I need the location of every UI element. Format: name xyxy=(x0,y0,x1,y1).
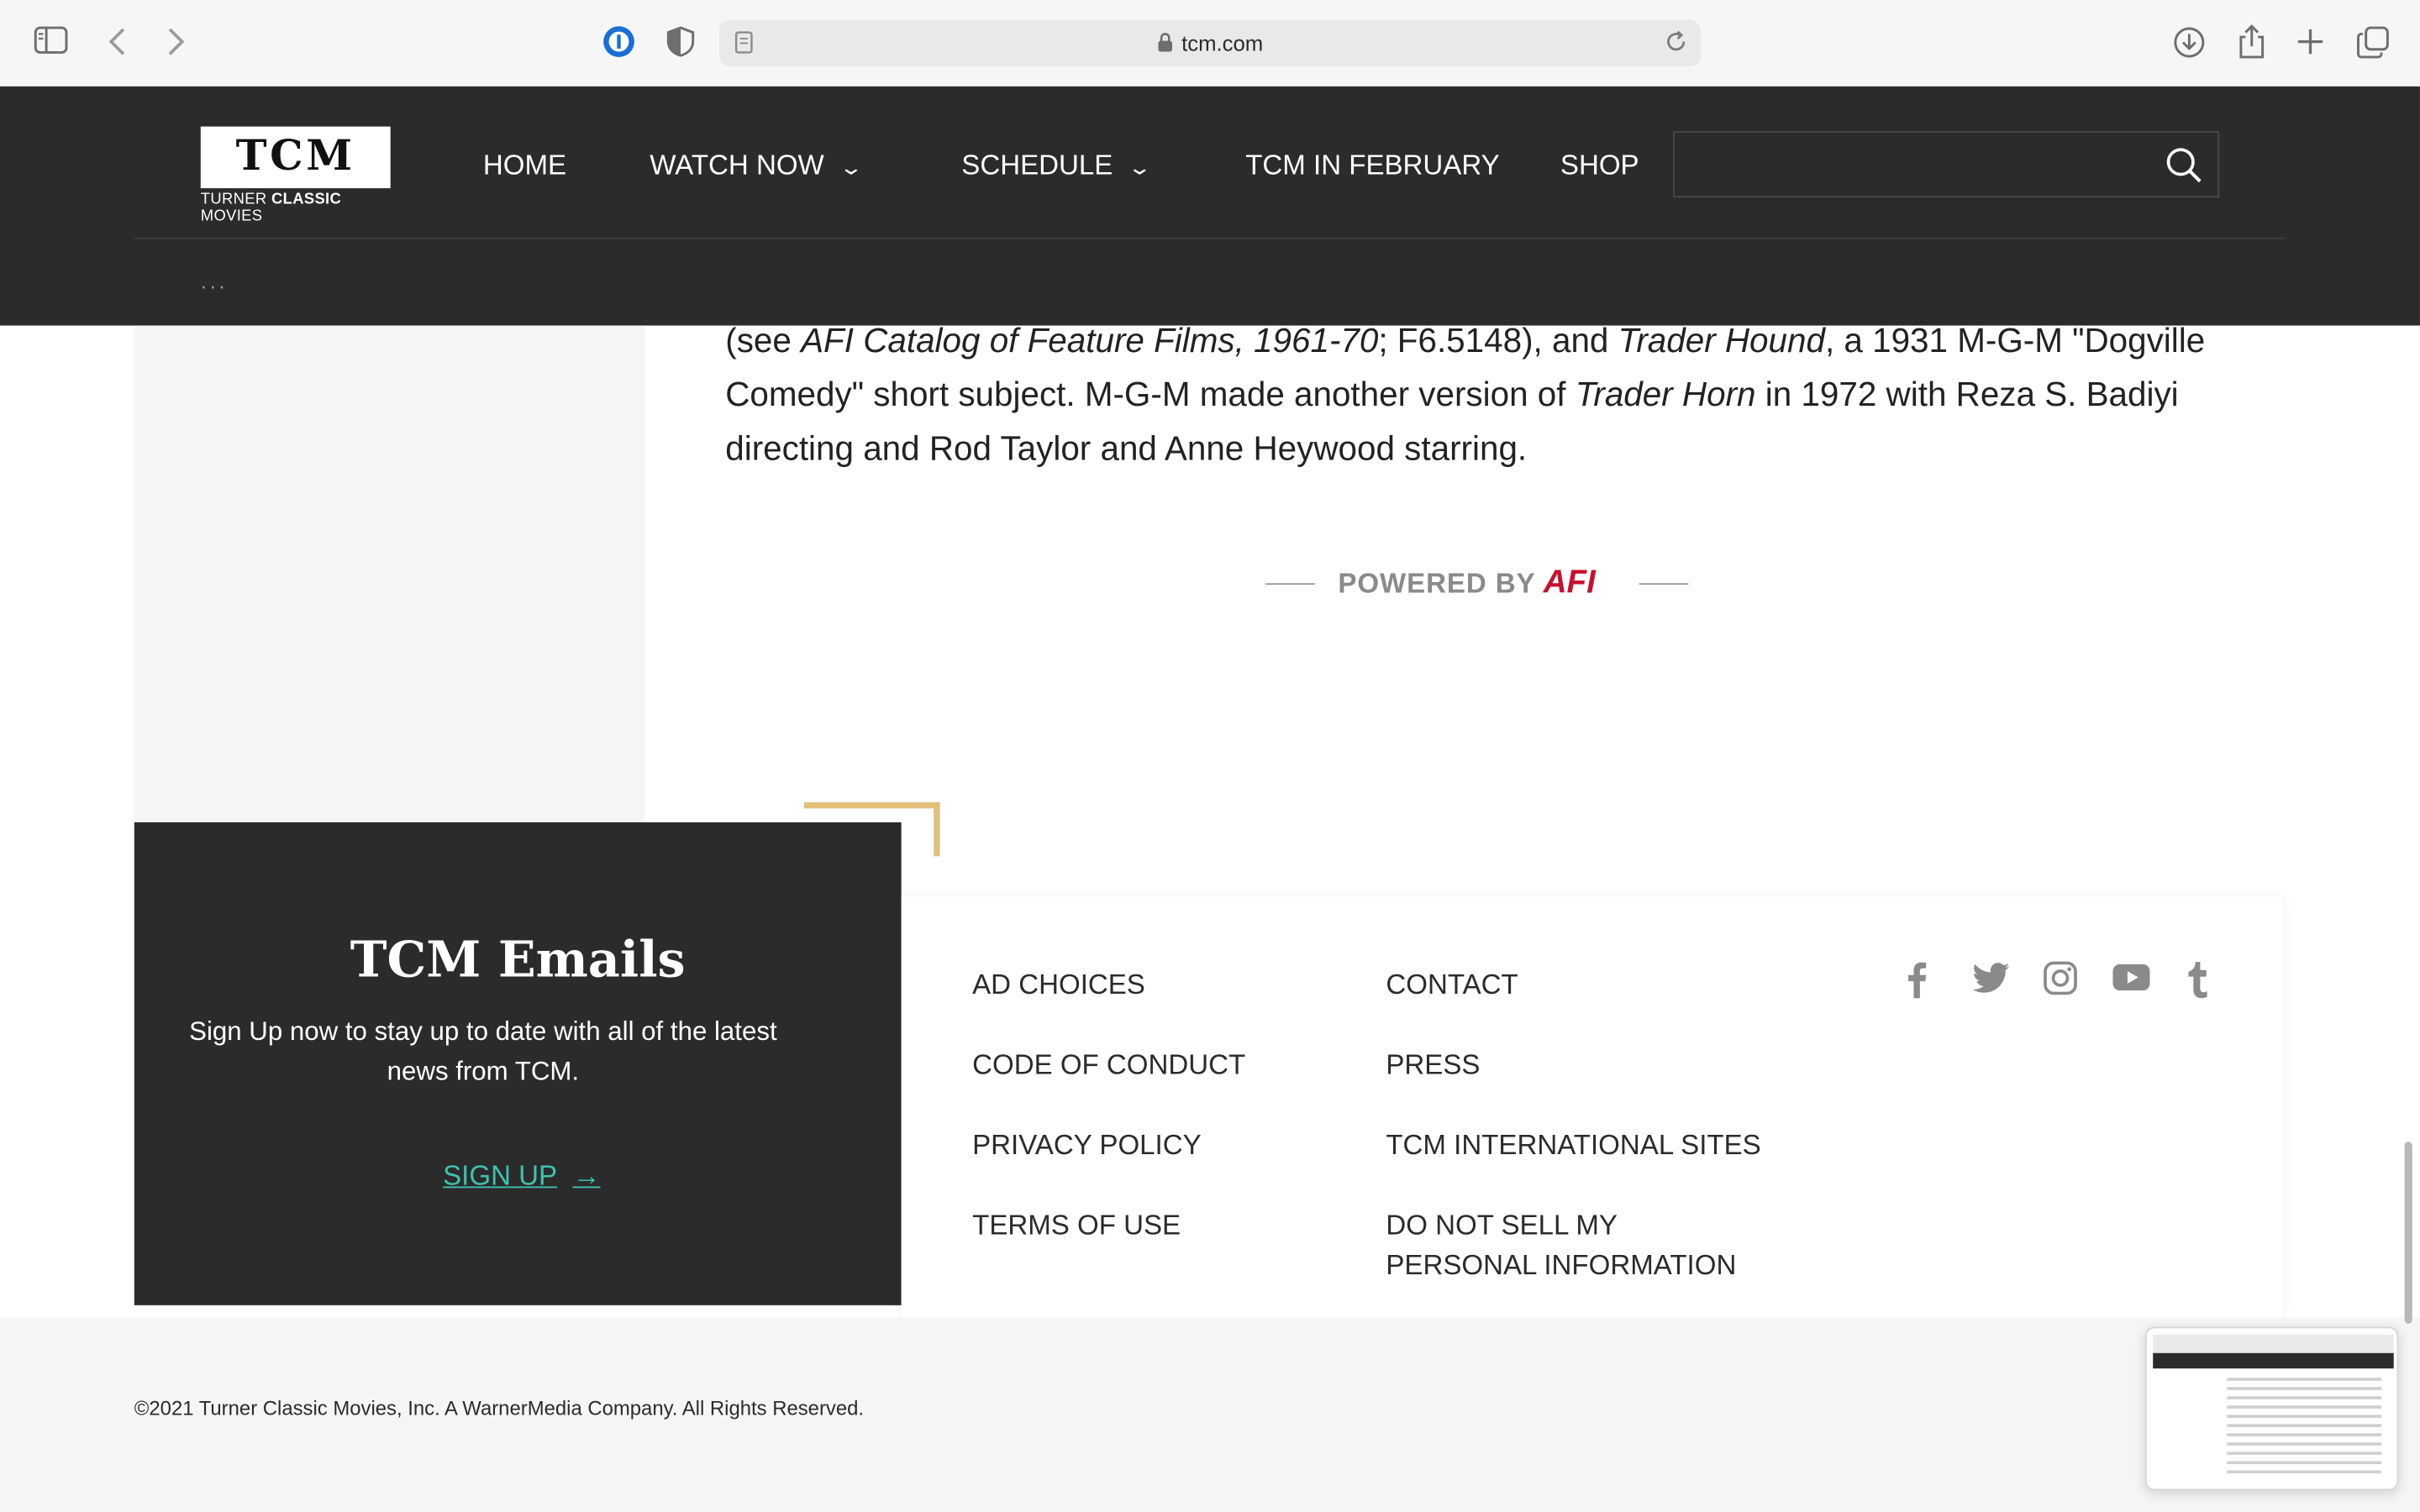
article-seg-1: (see xyxy=(725,321,802,360)
page-thumbnail-preview[interactable] xyxy=(2145,1326,2399,1491)
link-contact[interactable]: CONTACT xyxy=(1386,964,1518,1005)
link-international-sites[interactable]: TCM INTERNATIONAL SITES xyxy=(1386,1125,1760,1165)
facebook-icon[interactable] xyxy=(1906,961,1928,1005)
afi-logo: AFI xyxy=(1543,564,1596,601)
url-label: tcm.com xyxy=(1181,30,1264,56)
browser-toolbar: tcm.com xyxy=(0,0,2420,87)
link-do-not-sell[interactable]: DO NOT SELL MY PERSONAL INFORMATION xyxy=(1386,1205,1771,1285)
youtube-icon[interactable] xyxy=(2112,961,2150,1003)
thumb-header xyxy=(2153,1352,2394,1369)
instagram-icon[interactable] xyxy=(2044,961,2077,1003)
thumb-line xyxy=(2227,1396,2382,1399)
chevron-down-icon: ⌄ xyxy=(1127,155,1153,180)
chevron-down-icon: ⌄ xyxy=(838,155,864,180)
password-manager-icon[interactable] xyxy=(602,24,635,65)
search-input[interactable] xyxy=(1672,131,2220,198)
thumb-line xyxy=(2227,1452,2382,1456)
address-bar[interactable]: tcm.com xyxy=(718,19,1702,66)
nav-shop[interactable]: SHOP xyxy=(1560,150,1639,182)
nav-tcm-in-february[interactable]: TCM IN FEBRUARY xyxy=(1245,150,1499,182)
divider-right xyxy=(1639,583,1689,585)
scrollbar[interactable] xyxy=(2404,1142,2412,1324)
download-icon[interactable] xyxy=(2173,26,2206,65)
tabs-overview-icon[interactable] xyxy=(2357,26,2390,65)
reload-icon[interactable] xyxy=(1664,29,1688,60)
article-italic-1: AFI Catalog of Feature Films, 1961-70 xyxy=(801,321,1379,360)
logo-sub-prefix: TURNER xyxy=(200,191,271,208)
article-text: (see AFI Catalog of Feature Films, 1961-… xyxy=(725,313,2207,475)
nav-home[interactable]: HOME xyxy=(483,150,566,182)
article-italic-3: Trader Horn xyxy=(1575,375,1756,414)
nav-schedule[interactable]: SCHEDULE ⌄ xyxy=(961,150,1152,182)
powered-by-label: POWERED BY xyxy=(1338,567,1536,599)
thumb-line xyxy=(2227,1461,2382,1465)
arrow-right-icon: → xyxy=(572,1160,601,1191)
thumb-toolbar xyxy=(2153,1334,2394,1353)
logo-sub-suffix: MOVIES xyxy=(200,207,263,226)
powered-by-afi[interactable]: POWERED BY AFI xyxy=(1265,564,1689,601)
nav-schedule-label: SCHEDULE xyxy=(961,150,1113,181)
email-text: Sign Up now to stay up to date with all … xyxy=(189,1016,777,1087)
article-seg-2: ; F6.5148), and xyxy=(1378,321,1618,360)
header-divider xyxy=(134,237,2286,239)
twitter-icon[interactable] xyxy=(1972,961,2010,1003)
email-signup-panel: TCM Emails Sign Up now to stay up to dat… xyxy=(134,822,902,1305)
sign-up-button[interactable]: SIGN UP → xyxy=(443,1160,600,1193)
left-column xyxy=(134,325,645,824)
bottom-bar: ©2021 Turner Classic Movies, Inc. A Warn… xyxy=(0,1317,2420,1512)
link-press[interactable]: PRESS xyxy=(1386,1044,1480,1084)
logo-text: TCM xyxy=(235,132,355,181)
email-title: TCM Emails xyxy=(350,930,686,990)
back-icon[interactable] xyxy=(108,26,127,63)
tumblr-icon[interactable] xyxy=(2187,961,2209,1005)
lock-icon xyxy=(1157,33,1172,57)
breadcrumb[interactable]: ... xyxy=(201,269,228,293)
article-italic-2: Trader Hound xyxy=(1618,321,1825,360)
link-code-of-conduct[interactable]: CODE OF CONDUCT xyxy=(972,1044,1245,1084)
thumb-line xyxy=(2227,1470,2382,1474)
thumb-line xyxy=(2227,1424,2382,1427)
link-ad-choices[interactable]: AD CHOICES xyxy=(972,964,1145,1005)
footer-links-panel: AD CHOICES CODE OF CONDUCT PRIVACY POLIC… xyxy=(901,896,2283,1318)
thumb-line xyxy=(2227,1433,2382,1436)
nav-watch-now[interactable]: WATCH NOW ⌄ xyxy=(650,150,864,182)
link-terms-of-use[interactable]: TERMS OF USE xyxy=(972,1205,1181,1245)
link-privacy-policy[interactable]: PRIVACY POLICY xyxy=(972,1125,1202,1165)
url-text: tcm.com xyxy=(719,31,1701,57)
thumb-line xyxy=(2227,1387,2382,1390)
copyright: ©2021 Turner Classic Movies, Inc. A Warn… xyxy=(134,1396,865,1420)
thumb-line xyxy=(2227,1415,2382,1418)
nav-watch-now-label: WATCH NOW xyxy=(650,150,824,181)
thumb-line xyxy=(2227,1405,2382,1409)
shield-icon[interactable] xyxy=(666,26,695,63)
thumb-line xyxy=(2227,1378,2382,1381)
search-icon[interactable] xyxy=(2165,146,2202,183)
forward-icon[interactable] xyxy=(166,26,185,63)
site-header: TCM TURNER CLASSIC MOVIES HOME WATCH NOW… xyxy=(0,86,2420,326)
sidebar-icon[interactable] xyxy=(34,26,68,60)
logo-sub-bold: CLASSIC xyxy=(271,191,342,208)
sign-up-label: SIGN UP xyxy=(443,1160,558,1191)
share-icon[interactable] xyxy=(2238,24,2265,66)
divider-left xyxy=(1265,583,1315,585)
page: tcm.com TCM TURNER CLASSIC MOVIES HOME W… xyxy=(0,0,2420,1512)
tcm-logo[interactable]: TCM xyxy=(200,126,391,189)
logo-subtitle: TURNER CLASSIC MOVIES xyxy=(201,192,402,225)
new-tab-icon[interactable] xyxy=(2296,28,2324,61)
thumb-line xyxy=(2227,1442,2382,1446)
